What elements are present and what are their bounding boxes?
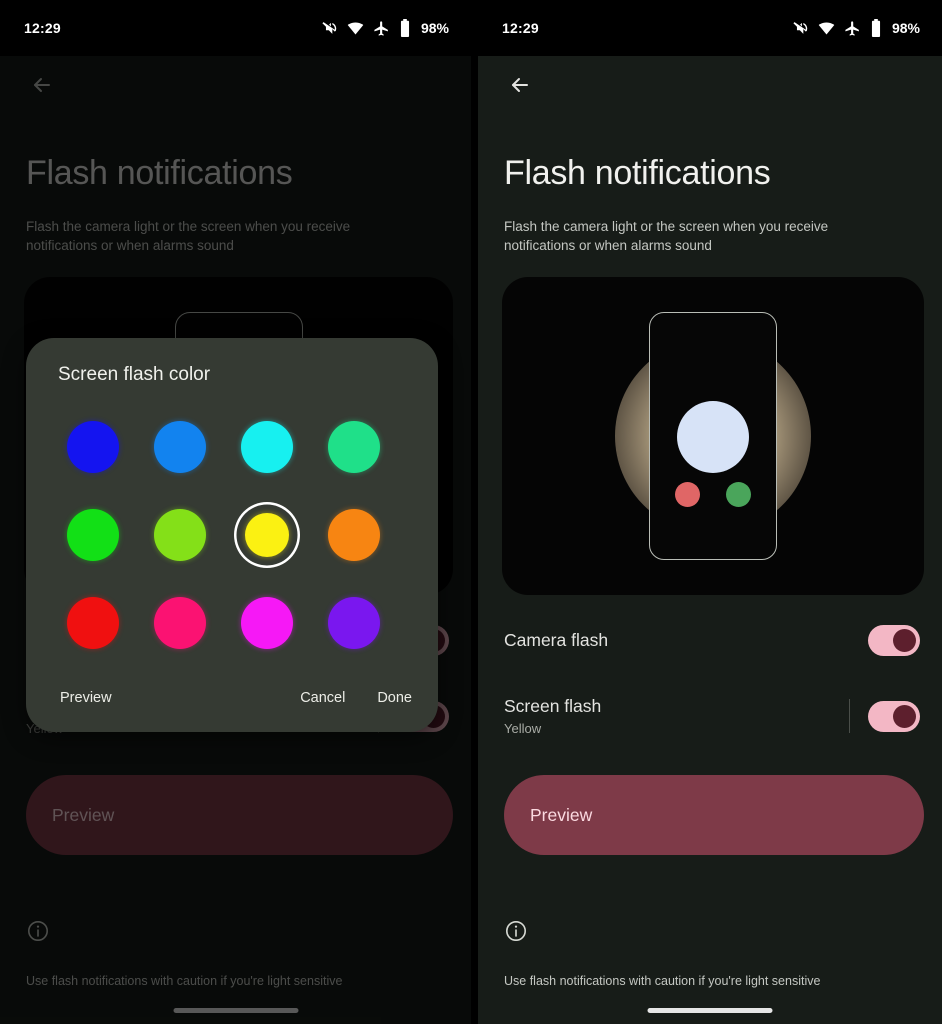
status-clock: 12:29 <box>24 20 61 36</box>
battery-percent: 98% <box>420 20 449 36</box>
color-swatch-rose[interactable] <box>147 590 213 656</box>
screen-flash-toggle[interactable] <box>868 700 920 732</box>
back-button[interactable] <box>500 65 540 105</box>
color-swatch-grid <box>26 414 438 656</box>
wifi-icon <box>347 20 364 37</box>
status-icons: 98% <box>792 19 920 37</box>
info-icon <box>26 919 445 948</box>
footer-right: Use flash notifications with caution if … <box>478 919 942 988</box>
color-swatch-green[interactable] <box>60 502 126 568</box>
color-swatch-yellow[interactable] <box>234 502 300 568</box>
color-swatch-spring-green[interactable] <box>321 414 387 480</box>
footer-caution-text: Use flash notifications with caution if … <box>26 974 343 988</box>
airplane-mode-icon <box>373 20 390 37</box>
color-swatch-orange[interactable] <box>321 502 387 568</box>
status-bar-right: 12:29 98% <box>478 0 942 56</box>
volume-off-icon <box>321 20 338 37</box>
volume-off-icon <box>792 20 809 37</box>
decline-call-icon <box>675 482 700 508</box>
battery-icon <box>399 19 411 37</box>
phone-outline <box>649 312 777 561</box>
footer-left: Use flash notifications with caution if … <box>0 919 471 988</box>
app-bar-left <box>0 56 471 114</box>
preview-button[interactable]: Preview <box>504 775 924 856</box>
preview-button-label: Preview <box>52 804 115 825</box>
nav-home-indicator <box>647 1008 773 1013</box>
screen-flash-color-dialog: Screen flash color Preview Cancel Done <box>26 338 438 732</box>
status-bar-left: 12:29 98% <box>0 0 471 56</box>
swatch-dot <box>245 513 289 557</box>
screen-flash-value: Yellow <box>504 721 542 737</box>
swatch-dot <box>328 421 380 473</box>
camera-flash-toggle[interactable] <box>868 624 920 656</box>
swatch-dot <box>154 421 206 473</box>
back-button[interactable] <box>22 65 62 105</box>
preview-button-label: Preview <box>530 804 593 825</box>
footer-caution-text: Use flash notifications with caution if … <box>504 974 821 988</box>
swatch-dot <box>328 509 380 561</box>
color-swatch-red[interactable] <box>60 590 126 656</box>
back-arrow-icon <box>34 78 50 92</box>
page-description: Flash the camera light or the screen whe… <box>26 219 351 254</box>
app-bar-right <box>478 56 942 114</box>
color-swatch-chartreuse[interactable] <box>147 502 213 568</box>
preview-button[interactable]: Preview <box>26 775 453 856</box>
dialog-actions: Preview Cancel Done <box>26 656 438 732</box>
screen-flash-label: Screen flash <box>504 696 602 717</box>
screen-right-settings: 12:29 98% Flash notifications Flash the … <box>471 0 942 1024</box>
page-title: Flash notifications <box>504 154 771 192</box>
page-description: Flash the camera light or the screen whe… <box>504 219 829 254</box>
camera-flash-label: Camera flash <box>504 629 609 650</box>
dialog-done-button[interactable]: Done <box>377 690 412 706</box>
toggle-knob <box>893 628 916 652</box>
accept-call-icon <box>726 482 751 508</box>
color-swatch-blue[interactable] <box>60 414 126 480</box>
swatch-dot <box>154 509 206 561</box>
swatch-dot <box>67 597 119 649</box>
battery-icon <box>870 19 882 37</box>
caller-avatar <box>677 401 749 474</box>
dialog-cancel-button[interactable]: Cancel <box>300 690 345 706</box>
swatch-dot <box>67 421 119 473</box>
dialog-preview-button[interactable]: Preview <box>60 690 112 706</box>
status-icons: 98% <box>321 19 449 37</box>
call-buttons <box>650 482 776 508</box>
row-screen-flash[interactable]: Screen flash Yellow <box>478 685 942 747</box>
swatch-dot <box>67 509 119 561</box>
battery-percent: 98% <box>891 20 920 36</box>
color-swatch-azure[interactable] <box>147 414 213 480</box>
swatch-dot <box>328 597 380 649</box>
status-clock: 12:29 <box>502 20 539 36</box>
illustration-card <box>502 277 924 596</box>
dual-screenshot-stage: 12:29 98% Flash notifications Flash the … <box>0 0 942 1024</box>
color-swatch-violet[interactable] <box>321 590 387 656</box>
page-title: Flash notifications <box>26 154 293 192</box>
back-arrow-icon <box>512 78 528 92</box>
swatch-dot <box>241 597 293 649</box>
dialog-title: Screen flash color <box>58 364 211 385</box>
nav-home-indicator <box>173 1008 298 1013</box>
screen-left-dialog-open: 12:29 98% Flash notifications Flash the … <box>0 0 471 1024</box>
color-swatch-magenta[interactable] <box>234 590 300 656</box>
toggle-knob <box>893 704 916 728</box>
row-camera-flash[interactable]: Camera flash <box>478 609 942 671</box>
info-icon <box>504 919 916 948</box>
row-divider <box>849 699 850 734</box>
swatch-dot <box>154 597 206 649</box>
airplane-mode-icon <box>844 20 861 37</box>
color-swatch-cyan[interactable] <box>234 414 300 480</box>
swatch-dot <box>241 421 293 473</box>
wifi-icon <box>818 20 835 37</box>
